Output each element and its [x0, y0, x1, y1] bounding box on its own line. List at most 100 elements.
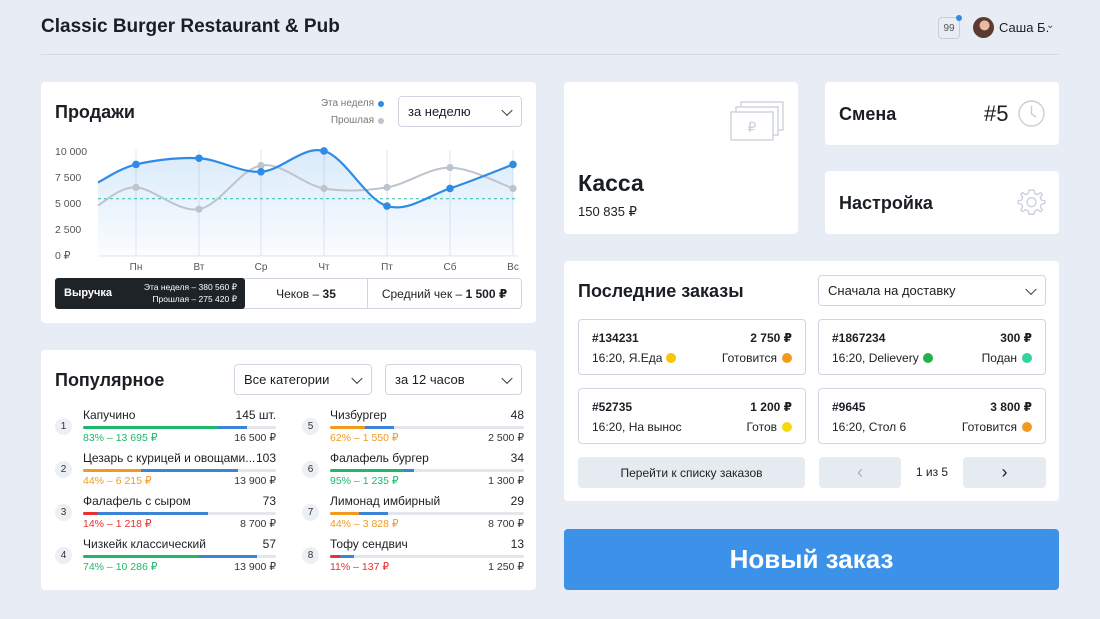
gear-icon: [1017, 189, 1046, 215]
bar-share: [83, 512, 98, 515]
settings-title: Настройка: [839, 193, 933, 213]
popular-item-bar: [330, 555, 524, 558]
popular-item-bar: [330, 512, 524, 515]
chevron-left-icon: ‹: [857, 462, 863, 482]
orders-sort-select[interactable]: Сначала на доставку: [818, 275, 1046, 306]
popular-item-count: 13: [510, 537, 524, 551]
bar-share: [83, 555, 199, 558]
chevron-down-icon: [1025, 283, 1037, 295]
popular-item-sum: 1 250 ₽: [488, 561, 524, 573]
order-status-text: Готов: [746, 420, 777, 434]
shift-card[interactable]: Смена #5: [825, 82, 1059, 145]
shift-title: Смена: [839, 104, 897, 124]
rank-badge: 8: [302, 547, 319, 564]
go-to-orders-button[interactable]: Перейти к списку заказов: [578, 457, 805, 488]
order-status-text: Готовится: [961, 420, 1017, 434]
prev-week-point: [383, 183, 391, 191]
order-amount: 3 800 ₽: [990, 400, 1032, 414]
order-card[interactable]: #1867234 300 ₽ 16:20, Delievery Подан: [818, 319, 1046, 375]
popular-item-count: 103: [255, 451, 276, 465]
popular-item-count: 48: [510, 408, 524, 422]
popular-item-bar: [330, 426, 524, 429]
time-select[interactable]: за 12 часов: [385, 364, 522, 395]
avg-check-label: Средний чек –: [381, 286, 463, 301]
popular-item-bar: [83, 426, 276, 429]
popular-item-bar: [83, 512, 276, 515]
bar-extra: [98, 512, 208, 515]
popular-item-sum: 1 300 ₽: [488, 475, 524, 487]
bar-extra: [199, 555, 257, 558]
category-select[interactable]: Все категории: [234, 364, 372, 395]
x-tick: Пн: [129, 262, 143, 273]
order-status: Готовится: [962, 420, 1032, 434]
avg-check-tab[interactable]: Средний чек – 1 500 ₽: [367, 279, 521, 308]
bar-extra: [365, 426, 394, 429]
checks-tab[interactable]: Чеков – 35: [245, 279, 367, 308]
x-tick: Вс: [507, 262, 519, 273]
bar-share: [330, 426, 365, 429]
svg-text:₽: ₽: [748, 119, 757, 135]
checks-value: 35: [322, 286, 336, 301]
sales-stats-bar: Выручка Эта неделя – 380 560 ₽ Прошлая –…: [55, 278, 522, 309]
popular-item-count: 73: [262, 494, 276, 508]
rank-badge: 6: [302, 461, 319, 478]
delivery-service-icon: [922, 353, 933, 363]
popular-item-sum: 2 500 ₽: [488, 432, 524, 444]
order-status: Готовится: [722, 351, 792, 365]
bar-extra: [141, 469, 238, 472]
order-card[interactable]: #52735 1 200 ₽ 16:20, На вынос Готов: [578, 388, 806, 444]
order-info-text: 16:20, Delievery: [832, 351, 919, 365]
status-dot: [1022, 353, 1032, 363]
bar-extra: [404, 469, 414, 472]
order-info: 16:20, Стол 6: [832, 420, 906, 434]
bar-share: [330, 512, 359, 515]
popular-item-sum: 13 900 ₽: [234, 561, 276, 573]
this-week-point: [509, 160, 517, 169]
this-week-point: [195, 154, 203, 163]
order-number: #9645: [832, 400, 866, 414]
chevron-down-icon: [501, 372, 513, 384]
rank-badge: 1: [55, 418, 72, 435]
rank-badge: 4: [55, 547, 72, 564]
popular-item-bar: [83, 469, 276, 472]
sales-chart: [97, 147, 518, 257]
bar-share: [330, 469, 404, 472]
popular-item-bar: [83, 555, 276, 558]
category-select-value: Все категории: [244, 372, 330, 387]
x-tick: Чт: [318, 262, 330, 273]
prev-week-point: [320, 184, 328, 192]
popular-item-count: 34: [510, 451, 524, 465]
this-week-point: [320, 147, 328, 155]
money-icon: ₽: [730, 101, 784, 141]
status-dot: [782, 422, 792, 432]
order-number: #52735: [592, 400, 633, 414]
prev-page-button[interactable]: ‹: [819, 457, 901, 488]
rank-badge: 2: [55, 461, 72, 478]
kassa-card[interactable]: ₽ Касса 150 835 ₽: [564, 82, 798, 234]
this-week-point: [257, 167, 265, 176]
orders-sort-value: Сначала на доставку: [828, 283, 956, 298]
shift-number: #5: [984, 101, 1009, 126]
new-order-button[interactable]: Новый заказ: [564, 529, 1059, 590]
next-page-button[interactable]: ›: [963, 457, 1046, 488]
delivery-service-icon: [666, 353, 677, 363]
orders-title: Последние заказы: [578, 281, 744, 301]
order-info-text: 16:20, На вынос: [592, 420, 682, 434]
this-week-point: [132, 160, 140, 169]
prev-week-point: [509, 184, 517, 192]
rank-badge: 3: [55, 504, 72, 521]
kassa-amount: 150 835 ₽: [578, 204, 637, 219]
status-dot: [782, 353, 792, 363]
order-status: Готов: [746, 420, 792, 434]
order-info: 16:20, На вынос: [592, 420, 682, 434]
order-card[interactable]: #9645 3 800 ₽ 16:20, Стол 6 Готовится: [818, 388, 1046, 444]
popular-title: Популярное: [55, 370, 165, 390]
this-week-point: [383, 202, 391, 210]
settings-card[interactable]: Настройка: [825, 171, 1059, 234]
popular-item-sum: 8 700 ₽: [488, 518, 524, 530]
order-status-text: Готовится: [721, 351, 777, 365]
revenue-tab[interactable]: Выручка Эта неделя – 380 560 ₽ Прошлая –…: [55, 278, 245, 309]
order-info-text: 16:20, Я.Еда: [592, 351, 663, 365]
order-card[interactable]: #134231 2 750 ₽ 16:20, Я.Еда Готовится: [578, 319, 806, 375]
order-amount: 1 200 ₽: [750, 400, 792, 414]
